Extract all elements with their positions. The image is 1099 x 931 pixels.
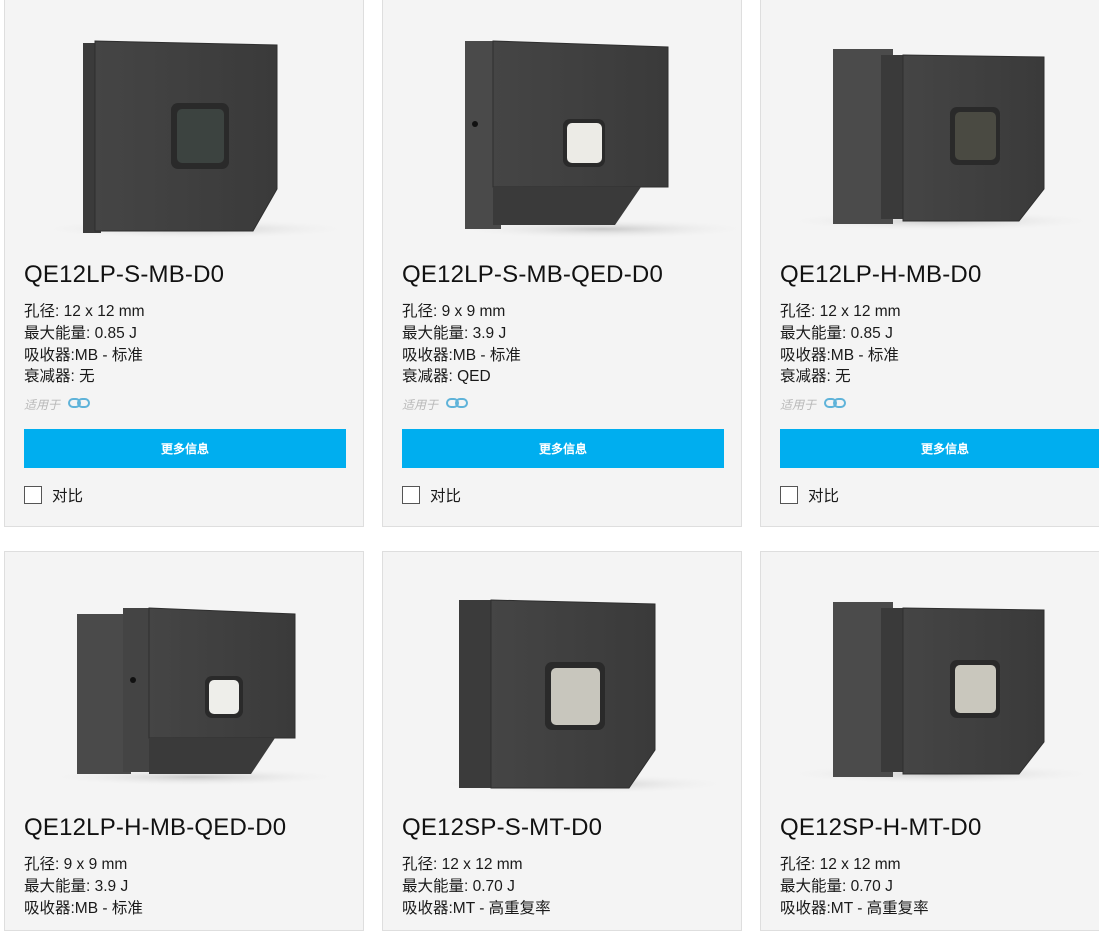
compare-toggle[interactable]: 对比	[402, 484, 461, 506]
product-specs: 孔径: 12 x 12 mm 最大能量: 0.85 J 吸收器:MB - 标准 衰减器…	[780, 301, 901, 388]
spec-line: 孔径: 9 x 9 mm	[24, 856, 128, 873]
spec-line: 孔径: 12 x 12 mm	[24, 303, 145, 320]
spec-line: 吸收器:MB - 标准	[24, 899, 143, 917]
product-specs: 孔径: 12 x 12 mm 最大能量: 0.70 J 吸收器:MT - 高重复率	[402, 854, 551, 919]
compare-checkbox[interactable]	[780, 486, 798, 504]
compare-checkbox[interactable]	[402, 486, 420, 504]
product-card: QE12LP-H-MB-D0 孔径: 12 x 12 mm 最大能量: 0.85 …	[760, 0, 1099, 527]
product-title[interactable]: QE12SP-H-MT-D0	[780, 814, 982, 842]
link-icon[interactable]	[824, 397, 847, 412]
product-grid: QE12LP-S-MB-D0 孔径: 12 x 12 mm 最大能量: 0.85 …	[0, 0, 1099, 931]
product-specs: 孔径: 9 x 9 mm 最大能量: 3.9 J 吸收器:MB - 标准 衰减器: Q…	[402, 301, 521, 388]
product-image[interactable]	[5, 0, 363, 254]
spec-line: 最大能量: 3.9 J	[402, 324, 507, 342]
product-card: QE12LP-S-MB-D0 孔径: 12 x 12 mm 最大能量: 0.85 …	[4, 0, 364, 527]
spec-line: 衰减器: 无	[780, 368, 851, 386]
link-icon[interactable]	[68, 397, 91, 412]
product-specs: 孔径: 12 x 12 mm 最大能量: 0.85 J 吸收器:MB - 标准 衰减器…	[24, 301, 145, 388]
product-title[interactable]: QE12LP-H-MB-D0	[780, 261, 982, 289]
spec-line: 吸收器:MB - 标准	[402, 346, 521, 364]
product-title[interactable]: QE12SP-S-MT-D0	[402, 814, 602, 842]
product-title[interactable]: QE12LP-S-MB-D0	[24, 261, 224, 289]
applies-label: 适用于	[780, 398, 817, 412]
spec-line: 最大能量: 0.85 J	[24, 324, 137, 342]
spec-line: 最大能量: 0.70 J	[402, 877, 515, 895]
spec-line: 孔径: 12 x 12 mm	[780, 303, 901, 320]
spec-line: 孔径: 9 x 9 mm	[402, 303, 506, 320]
product-card: QE12LP-S-MB-QED-D0 孔径: 9 x 9 mm 最大能量: 3.9…	[382, 0, 742, 527]
more-info-button[interactable]: 更多信息	[24, 429, 346, 468]
product-specs: 孔径: 12 x 12 mm 最大能量: 0.70 J 吸收器:MT - 高重复率	[780, 854, 929, 919]
spec-line: 最大能量: 3.9 J	[24, 877, 129, 895]
more-info-button[interactable]: 更多信息	[780, 429, 1099, 468]
spec-line: 衰减器: 无	[24, 368, 95, 386]
spec-line: 吸收器:MT - 高重复率	[780, 899, 929, 917]
product-title[interactable]: QE12LP-H-MB-QED-D0	[24, 814, 286, 842]
spec-line: 孔径: 12 x 12 mm	[402, 856, 523, 873]
applies-label: 适用于	[402, 398, 439, 412]
spec-line: 最大能量: 0.85 J	[780, 324, 893, 342]
compare-checkbox[interactable]	[24, 486, 42, 504]
product-image[interactable]	[761, 552, 1099, 807]
product-specs: 孔径: 9 x 9 mm 最大能量: 3.9 J 吸收器:MB - 标准	[24, 854, 143, 919]
more-info-button[interactable]: 更多信息	[402, 429, 724, 468]
spec-line: 吸收器:MB - 标准	[24, 346, 143, 364]
spec-line: 吸收器:MT - 高重复率	[402, 899, 551, 917]
applies-to: 适用于	[780, 396, 847, 413]
applies-label: 适用于	[24, 398, 61, 412]
product-title[interactable]: QE12LP-S-MB-QED-D0	[402, 261, 663, 289]
product-image[interactable]	[383, 552, 741, 807]
product-card: QE12SP-H-MT-D0 孔径: 12 x 12 mm 最大能量: 0.70 …	[760, 551, 1099, 931]
compare-label: 对比	[52, 488, 84, 505]
spec-line: 孔径: 12 x 12 mm	[780, 856, 901, 873]
compare-label: 对比	[430, 488, 462, 505]
product-image[interactable]	[5, 552, 363, 807]
compare-label: 对比	[808, 488, 840, 505]
product-card: QE12LP-H-MB-QED-D0 孔径: 9 x 9 mm 最大能量: 3.9…	[4, 551, 364, 931]
product-card: QE12SP-S-MT-D0 孔径: 12 x 12 mm 最大能量: 0.70 …	[382, 551, 742, 931]
product-image[interactable]	[383, 0, 741, 254]
applies-to: 适用于	[402, 396, 469, 413]
spec-line: 吸收器:MB - 标准	[780, 346, 899, 364]
spec-line: 衰减器: QED	[402, 368, 491, 386]
product-image[interactable]	[761, 0, 1099, 254]
compare-toggle[interactable]: 对比	[24, 484, 83, 506]
applies-to: 适用于	[24, 396, 91, 413]
compare-toggle[interactable]: 对比	[780, 484, 839, 506]
link-icon[interactable]	[446, 397, 469, 412]
spec-line: 最大能量: 0.70 J	[780, 877, 893, 895]
